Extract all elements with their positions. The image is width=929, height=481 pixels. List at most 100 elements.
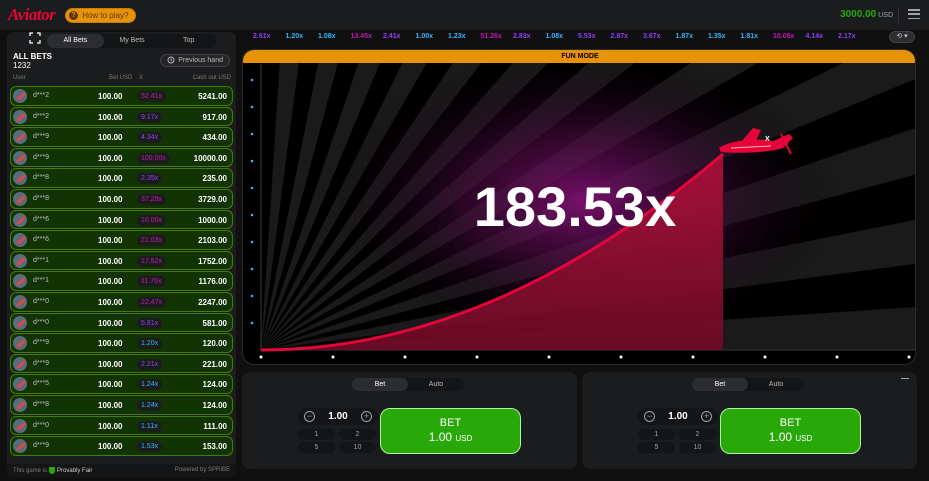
row-multiplier: 1.24x bbox=[137, 399, 163, 411]
avatar bbox=[13, 253, 27, 268]
tab-auto[interactable]: Auto bbox=[748, 378, 804, 391]
tab-bet[interactable]: Bet bbox=[692, 378, 748, 391]
tab-auto[interactable]: Auto bbox=[408, 378, 464, 391]
x-axis-dot bbox=[475, 355, 479, 359]
top-bar: Aviator ? How to play? 3000.00 USD bbox=[0, 0, 929, 30]
y-axis-dot bbox=[250, 105, 254, 109]
tab-all-bets[interactable]: All Bets bbox=[47, 34, 104, 48]
aviator-logo: Aviator bbox=[8, 5, 56, 24]
x-axis-dot bbox=[619, 355, 623, 359]
bet-panel: Bet Auto −1.00 + 1 2 5 10 BET 1.00 USD bbox=[582, 372, 917, 469]
x-axis-dot bbox=[835, 355, 839, 359]
table-row: d***0 100.00 5.81x 581.00 bbox=[10, 312, 233, 333]
table-row: d***2 100.00 9.17x 917.00 bbox=[10, 106, 233, 127]
row-user: d***0 bbox=[33, 297, 49, 305]
stake-stepper: −1.00 + bbox=[638, 408, 718, 425]
avatar bbox=[13, 315, 27, 330]
history-toggle-button[interactable]: ⟲ ▾ bbox=[889, 31, 915, 43]
row-user: d***6 bbox=[33, 236, 49, 244]
y-axis-dot bbox=[250, 321, 254, 325]
svg-text:X: X bbox=[765, 136, 770, 143]
avatar bbox=[13, 130, 27, 145]
powered-by: Powered by SPRIBE bbox=[174, 467, 230, 473]
y-axis-dot bbox=[250, 294, 254, 298]
game-canvas: FUN MODE X 183.53x bbox=[242, 49, 916, 365]
bet-button-currency: USD bbox=[455, 434, 473, 443]
bet-button[interactable]: BET 1.00 USD bbox=[720, 408, 861, 454]
avatar bbox=[13, 150, 27, 165]
history-multiplier: 2.83x bbox=[513, 33, 531, 40]
row-multiplier: 11.76x bbox=[137, 276, 166, 288]
row-user: d***9 bbox=[33, 153, 49, 161]
row-multiplier: 4.34x bbox=[137, 132, 163, 144]
row-user: d***0 bbox=[33, 421, 49, 429]
quick-amount-button[interactable]: 10 bbox=[339, 442, 376, 453]
row-cashout: 917.00 bbox=[202, 112, 227, 122]
history-multiplier: 2.61x bbox=[253, 33, 271, 40]
divider bbox=[898, 7, 899, 23]
y-axis-dot bbox=[250, 132, 254, 136]
history-multiplier: 1.08x bbox=[318, 33, 336, 40]
row-cashout: 3729.00 bbox=[198, 194, 227, 204]
provably-fair-prefix: This game is bbox=[13, 468, 48, 475]
row-multiplier: 100.00x bbox=[137, 152, 170, 164]
history-multiplier: 5.53x bbox=[578, 33, 596, 40]
row-bet: 100.00 bbox=[98, 339, 123, 349]
row-user: d***6 bbox=[33, 215, 49, 223]
row-user: d***5 bbox=[33, 380, 49, 388]
provably-fair[interactable]: This game is Provably Fair bbox=[13, 467, 92, 474]
previous-hand-button[interactable]: Previous hand bbox=[160, 54, 230, 67]
avatar bbox=[13, 233, 27, 248]
row-bet: 100.00 bbox=[98, 442, 123, 452]
row-bet: 100.00 bbox=[98, 133, 123, 143]
tab-top[interactable]: Top bbox=[160, 34, 217, 48]
row-cashout: 120.00 bbox=[202, 339, 227, 349]
table-row: d***0 100.00 22.47x 2247.00 bbox=[10, 291, 233, 312]
row-user: d***8 bbox=[33, 400, 49, 408]
row-multiplier: 2.21x bbox=[137, 358, 163, 370]
expand-icon[interactable] bbox=[29, 32, 41, 44]
quick-amount-button[interactable]: 1 bbox=[298, 429, 335, 440]
column-x: X bbox=[139, 75, 144, 81]
quick-amount-button[interactable]: 5 bbox=[638, 442, 675, 453]
row-cashout: 581.00 bbox=[202, 318, 227, 328]
quick-amount-button[interactable]: 2 bbox=[339, 429, 376, 440]
quick-amount-button[interactable]: 5 bbox=[298, 442, 335, 453]
row-cashout: 2247.00 bbox=[198, 297, 227, 307]
column-bet: Bet USD bbox=[109, 75, 133, 81]
bet-button[interactable]: BET 1.00 USD bbox=[380, 408, 521, 454]
quick-amount-button[interactable]: 2 bbox=[679, 429, 716, 440]
tab-bet[interactable]: Bet bbox=[352, 378, 408, 391]
avatar bbox=[13, 109, 27, 124]
balance-amount: 3000.00 bbox=[840, 9, 877, 20]
table-row: d***1 100.00 17.52x 1752.00 bbox=[10, 250, 233, 271]
bet-button-amount: 1.00 bbox=[428, 430, 453, 444]
avatar bbox=[13, 274, 27, 289]
remove-panel-icon[interactable] bbox=[901, 378, 909, 379]
quick-amount-button[interactable]: 1 bbox=[638, 429, 675, 440]
history-multiplier: 1.87x bbox=[675, 33, 694, 40]
how-to-play-button[interactable]: ? How to play? bbox=[65, 7, 137, 23]
row-cashout: 221.00 bbox=[202, 359, 227, 369]
all-bets-count: 1232 bbox=[13, 61, 31, 70]
hamburger-menu-icon[interactable] bbox=[908, 9, 920, 19]
y-axis-dot bbox=[250, 240, 254, 244]
tab-my-bets[interactable]: My Bets bbox=[104, 34, 161, 48]
row-user: d***2 bbox=[33, 112, 49, 120]
quick-amount-button[interactable]: 10 bbox=[679, 442, 716, 453]
bet-mode-tabs: Bet Auto bbox=[692, 378, 804, 391]
avatar bbox=[13, 191, 27, 206]
history-multiplier: 2.41x bbox=[383, 33, 401, 40]
row-bet: 100.00 bbox=[98, 359, 123, 369]
avatar bbox=[13, 336, 27, 351]
row-multiplier: 21.03x bbox=[137, 235, 167, 247]
row-multiplier: 37.29x bbox=[137, 193, 167, 205]
history-multiplier: 3.67x bbox=[643, 33, 661, 40]
how-to-play-label: How to play? bbox=[82, 10, 129, 20]
table-row: d***8 100.00 1.24x 124.00 bbox=[10, 394, 233, 415]
avatar bbox=[13, 377, 27, 392]
plus-icon[interactable]: + bbox=[701, 411, 712, 422]
plus-icon[interactable]: + bbox=[361, 411, 372, 422]
row-multiplier: 10.00x bbox=[137, 214, 167, 226]
multiplier-history: 2.61x 1.20x 1.08x 13.45x 2.41x 1.00x 1.23x 51.2… bbox=[245, 32, 905, 44]
